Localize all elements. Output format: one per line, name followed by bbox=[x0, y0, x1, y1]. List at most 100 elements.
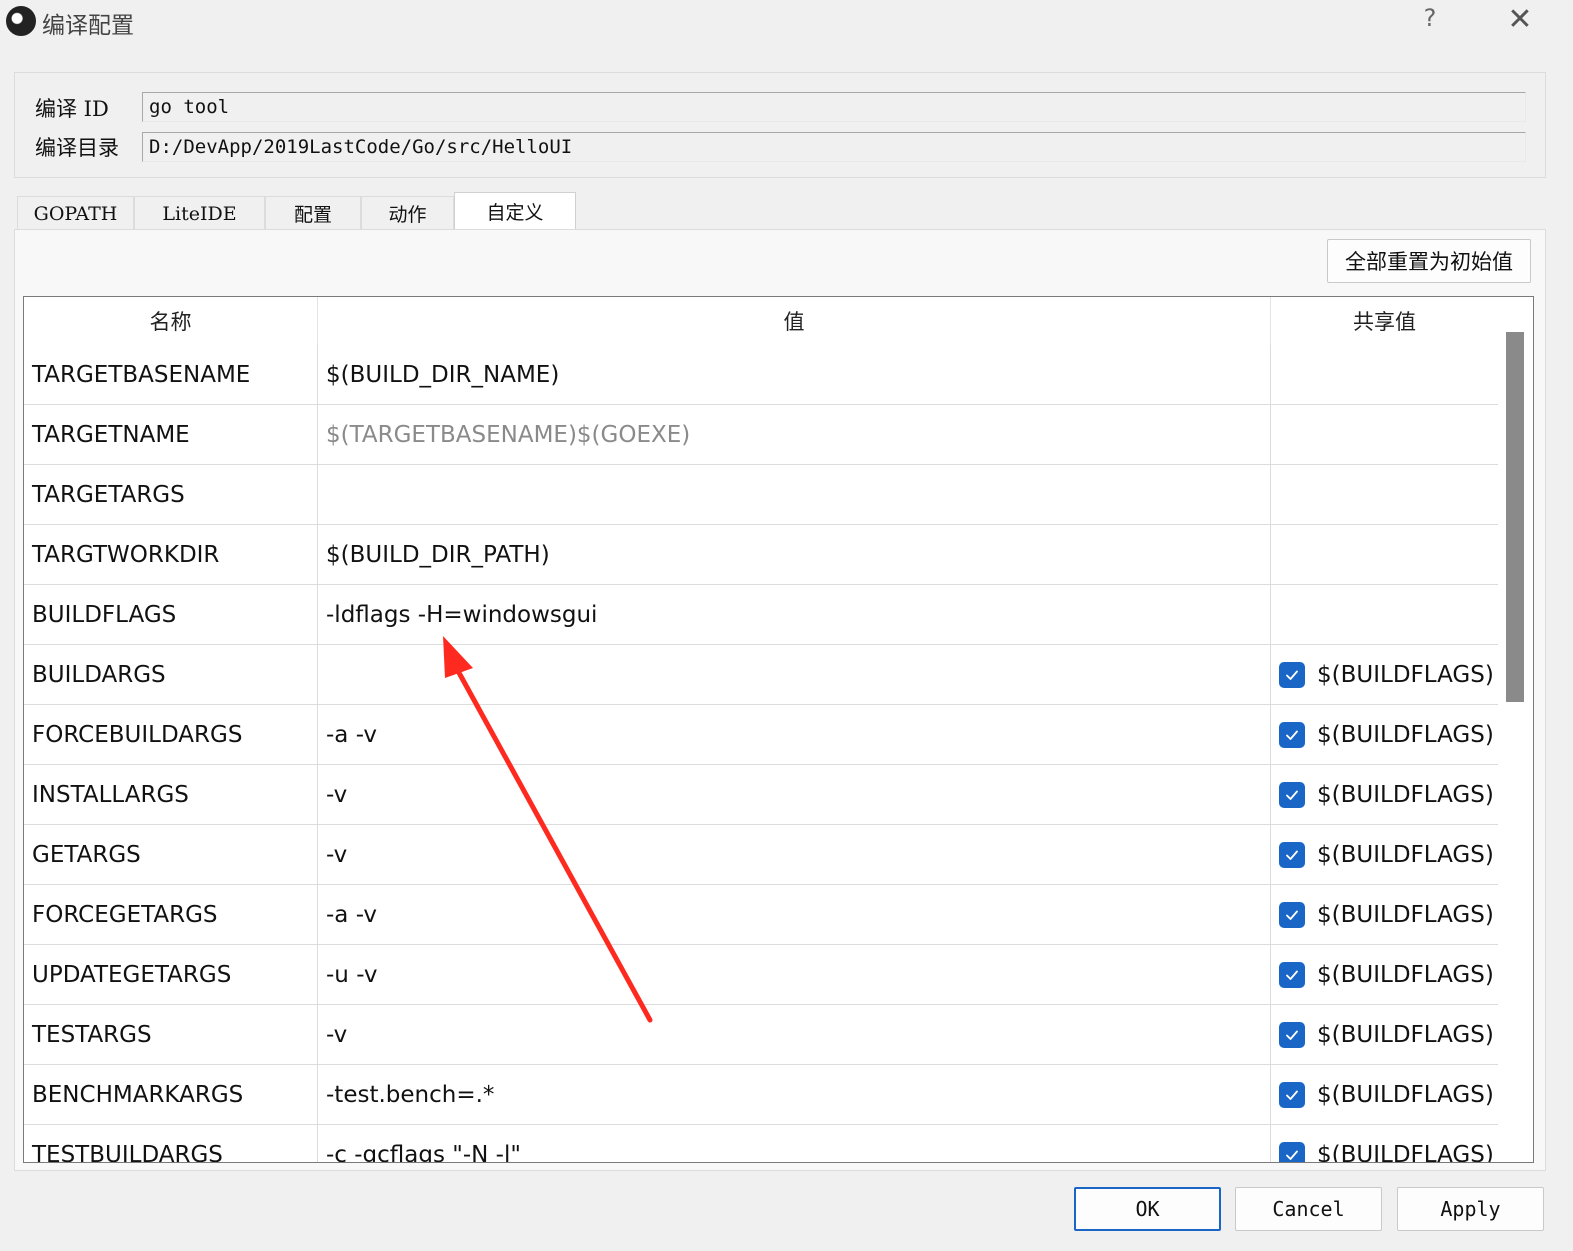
row-value-cell[interactable]: -v bbox=[318, 765, 1271, 824]
shared-checkbox[interactable] bbox=[1279, 1021, 1305, 1048]
shared-checkbox[interactable] bbox=[1279, 1081, 1305, 1108]
row-shared-cell[interactable]: $(BUILDFLAGS) bbox=[1271, 885, 1498, 944]
shared-checkbox[interactable] bbox=[1279, 901, 1305, 928]
table-row[interactable]: GETARGS -v $(BUILDFLAGS) bbox=[24, 825, 1498, 885]
row-shared-cell[interactable] bbox=[1271, 585, 1498, 644]
row-value-cell[interactable]: -ldflags -H=windowsgui bbox=[318, 585, 1271, 644]
row-value-cell[interactable]: -u -v bbox=[318, 945, 1271, 1004]
checkmark-icon bbox=[1286, 730, 1298, 740]
row-shared-cell[interactable]: $(BUILDFLAGS) bbox=[1271, 1125, 1498, 1163]
shared-checkbox[interactable] bbox=[1279, 841, 1305, 868]
column-header-shared[interactable]: 共享值 bbox=[1271, 297, 1498, 345]
table-row[interactable]: BUILDFLAGS -ldflags -H=windowsgui bbox=[24, 585, 1498, 645]
tab-config[interactable]: 配置 bbox=[265, 196, 361, 230]
table-row[interactable]: TESTBUILDARGS -c -gcflags "-N -l" $(BUILDF… bbox=[24, 1125, 1498, 1163]
row-shared-cell[interactable]: $(BUILDFLAGS) bbox=[1271, 1005, 1498, 1064]
row-name-cell[interactable]: BUILDFLAGS bbox=[24, 585, 318, 644]
build-id-label: 编译 ID bbox=[35, 97, 109, 121]
row-value-cell[interactable]: $(BUILD_DIR_PATH) bbox=[318, 525, 1271, 584]
tab-bar: GOPATH LiteIDE 配置 动作 自定义 bbox=[17, 192, 576, 230]
shared-value-text: $(BUILDFLAGS) bbox=[1317, 841, 1494, 868]
column-header-value[interactable]: 值 bbox=[318, 297, 1271, 345]
row-shared-cell[interactable]: $(BUILDFLAGS) bbox=[1271, 705, 1498, 764]
shared-checkbox[interactable] bbox=[1279, 1141, 1305, 1162]
row-shared-cell[interactable]: $(BUILDFLAGS) bbox=[1271, 645, 1498, 704]
build-id-field[interactable]: go tool bbox=[142, 92, 1526, 122]
checkmark-icon bbox=[1286, 1090, 1298, 1100]
row-name-cell[interactable]: INSTALLARGS bbox=[24, 765, 318, 824]
shared-checkbox[interactable] bbox=[1279, 661, 1305, 688]
column-header-name[interactable]: 名称 bbox=[24, 297, 318, 345]
row-shared-cell[interactable]: $(BUILDFLAGS) bbox=[1271, 765, 1498, 824]
row-name-cell[interactable]: BUILDARGS bbox=[24, 645, 318, 704]
cancel-button[interactable]: Cancel bbox=[1235, 1187, 1382, 1231]
table-row[interactable]: INSTALLARGS -v $(BUILDFLAGS) bbox=[24, 765, 1498, 825]
row-name-cell[interactable]: GETARGS bbox=[24, 825, 318, 884]
row-name-cell[interactable]: TARGETARGS bbox=[24, 465, 318, 524]
shared-value-text: $(BUILDFLAGS) bbox=[1317, 1141, 1494, 1163]
close-button[interactable]: ✕ bbox=[1503, 2, 1537, 38]
table-row[interactable]: TARGETARGS bbox=[24, 465, 1498, 525]
table-header: 名称 值 共享值 bbox=[24, 297, 1498, 345]
row-name-cell[interactable]: TESTBUILDARGS bbox=[24, 1125, 318, 1162]
row-value-cell[interactable]: -v bbox=[318, 825, 1271, 884]
checkmark-icon bbox=[1286, 1150, 1298, 1160]
row-value-cell[interactable]: -test.bench=.* bbox=[318, 1065, 1271, 1124]
table-row[interactable]: TARGTWORKDIR $(BUILD_DIR_PATH) bbox=[24, 525, 1498, 585]
row-shared-cell[interactable] bbox=[1271, 345, 1498, 404]
row-name-cell[interactable]: FORCEGETARGS bbox=[24, 885, 318, 944]
row-value-cell[interactable]: -v bbox=[318, 1005, 1271, 1064]
table-row[interactable]: FORCEGETARGS -a -v $(BUILDFLAGS) bbox=[24, 885, 1498, 945]
checkmark-icon bbox=[1286, 790, 1298, 800]
row-name-cell[interactable]: TARGETNAME bbox=[24, 405, 318, 464]
shared-value-text: $(BUILDFLAGS) bbox=[1317, 721, 1494, 748]
row-name-cell[interactable]: TARGTWORKDIR bbox=[24, 525, 318, 584]
row-value-cell[interactable] bbox=[318, 645, 1271, 704]
table-row[interactable]: BENCHMARKARGS -test.bench=.* $(BUILDFLAGS) bbox=[24, 1065, 1498, 1125]
ok-button[interactable]: OK bbox=[1074, 1187, 1221, 1231]
app-icon bbox=[6, 6, 36, 36]
row-shared-cell[interactable] bbox=[1271, 465, 1498, 524]
row-value-cell[interactable]: -a -v bbox=[318, 885, 1271, 944]
build-dir-label: 编译目录 bbox=[35, 136, 119, 160]
row-name-cell[interactable]: TESTARGS bbox=[24, 1005, 318, 1064]
apply-button[interactable]: Apply bbox=[1397, 1187, 1544, 1231]
shared-value-text: $(BUILDFLAGS) bbox=[1317, 961, 1494, 988]
row-value-cell[interactable]: -c -gcflags "-N -l" bbox=[318, 1125, 1271, 1162]
reset-all-button[interactable]: 全部重置为初始值 bbox=[1327, 239, 1531, 283]
row-shared-cell[interactable]: $(BUILDFLAGS) bbox=[1271, 1065, 1498, 1124]
row-value-cell[interactable]: -a -v bbox=[318, 705, 1271, 764]
variables-table: 名称 值 共享值 TARGETBASENAME $(BUILD_DIR_NAME)… bbox=[23, 296, 1534, 1163]
table-row[interactable]: UPDATEGETARGS -u -v $(BUILDFLAGS) bbox=[24, 945, 1498, 1005]
shared-checkbox[interactable] bbox=[1279, 721, 1305, 748]
row-value-cell[interactable]: $(TARGETBASENAME)$(GOEXE) bbox=[318, 405, 1271, 464]
row-shared-cell[interactable]: $(BUILDFLAGS) bbox=[1271, 945, 1498, 1004]
table-row[interactable]: TESTARGS -v $(BUILDFLAGS) bbox=[24, 1005, 1498, 1065]
tab-custom[interactable]: 自定义 bbox=[454, 192, 576, 230]
shared-value-text: $(BUILDFLAGS) bbox=[1317, 1081, 1494, 1108]
row-shared-cell[interactable] bbox=[1271, 525, 1498, 584]
row-name-cell[interactable]: TARGETBASENAME bbox=[24, 345, 318, 404]
row-name-cell[interactable]: BENCHMARKARGS bbox=[24, 1065, 318, 1124]
table-row[interactable]: TARGETNAME $(TARGETBASENAME)$(GOEXE) bbox=[24, 405, 1498, 465]
shared-checkbox[interactable] bbox=[1279, 961, 1305, 988]
row-value-cell[interactable] bbox=[318, 465, 1271, 524]
shared-value-text: $(BUILDFLAGS) bbox=[1317, 661, 1494, 688]
help-button[interactable]: ? bbox=[1418, 4, 1442, 36]
table-row[interactable]: TARGETBASENAME $(BUILD_DIR_NAME) bbox=[24, 345, 1498, 405]
table-row[interactable]: FORCEBUILDARGS -a -v $(BUILDFLAGS) bbox=[24, 705, 1498, 765]
tab-liteide[interactable]: LiteIDE bbox=[134, 196, 265, 230]
tab-gopath[interactable]: GOPATH bbox=[17, 196, 134, 230]
tab-actions[interactable]: 动作 bbox=[361, 196, 454, 230]
table-body: TARGETBASENAME $(BUILD_DIR_NAME) TARGETNAM… bbox=[24, 345, 1498, 1163]
shared-checkbox[interactable] bbox=[1279, 781, 1305, 808]
shared-value-text: $(BUILDFLAGS) bbox=[1317, 901, 1494, 928]
row-name-cell[interactable]: UPDATEGETARGS bbox=[24, 945, 318, 1004]
row-shared-cell[interactable]: $(BUILDFLAGS) bbox=[1271, 825, 1498, 884]
build-dir-field[interactable]: D:/DevApp/2019LastCode/Go/src/HelloUI bbox=[142, 132, 1526, 162]
row-name-cell[interactable]: FORCEBUILDARGS bbox=[24, 705, 318, 764]
scrollbar-thumb[interactable] bbox=[1506, 332, 1524, 702]
row-value-cell[interactable]: $(BUILD_DIR_NAME) bbox=[318, 345, 1271, 404]
table-row[interactable]: BUILDARGS $(BUILDFLAGS) bbox=[24, 645, 1498, 705]
row-shared-cell[interactable] bbox=[1271, 405, 1498, 464]
